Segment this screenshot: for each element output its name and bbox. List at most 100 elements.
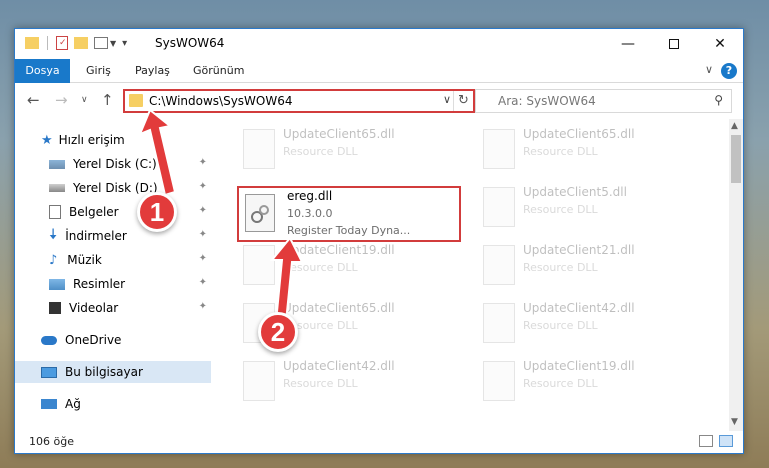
sidebar-item-label: Yerel Disk (C:) [73, 157, 157, 171]
address-bar[interactable]: C:\Windows\SysWOW64 ∨ ↻ [123, 89, 475, 113]
sidebar-item-label: Belgeler [69, 205, 119, 219]
sidebar-item-label: İndirmeler [65, 229, 127, 243]
file-description: Resource DLL [283, 145, 358, 158]
sidebar-item-this-pc[interactable]: Bu bilgisayar [15, 361, 211, 383]
navigation-pane: ★ Hızlı erişim Yerel Disk (C:) ✦ Yerel D… [15, 119, 211, 431]
explorer-window: ✓ ▼ ▾ SysWOW64 — ✕ Dosya Giriş Paylaş Gö… [14, 28, 744, 454]
minimize-button[interactable]: — [605, 29, 651, 59]
music-icon: ♪ [49, 252, 58, 268]
file-name: UpdateClient21.dll [523, 243, 635, 257]
file-item[interactable]: UpdateClient5.dll Resource DLL [475, 183, 705, 239]
customize-toolbar-icon[interactable]: ▾ [122, 38, 127, 49]
file-description: Resource DLL [283, 377, 358, 390]
sidebar-item-label: OneDrive [65, 333, 122, 347]
file-item[interactable]: UpdateClient65.dll Resource DLL [475, 125, 705, 181]
details-view-icon[interactable] [699, 435, 713, 447]
sidebar-item-disk-d[interactable]: Yerel Disk (D:) ✦ [15, 177, 211, 199]
tab-file[interactable]: Dosya [15, 59, 70, 83]
tab-share[interactable]: Paylaş [127, 59, 178, 83]
file-item[interactable]: UpdateClient21.dll Resource DLL [475, 241, 705, 297]
sidebar-item-label: Videolar [69, 301, 119, 315]
file-item-highlighted[interactable]: ereg.dll 10.3.0.0 Register Today Dyna... [237, 186, 461, 242]
chevron-down-icon[interactable]: ∨ [443, 93, 451, 106]
scrollbar-thumb[interactable] [731, 135, 741, 183]
dll-file-icon [245, 194, 275, 232]
sidebar-item-quick-access[interactable]: ★ Hızlı erişim [15, 129, 211, 151]
properties-icon[interactable]: ✓ [56, 36, 68, 50]
tab-home[interactable]: Giriş [78, 59, 119, 83]
file-description: Resource DLL [523, 377, 598, 390]
recent-locations-icon[interactable]: ∨ [81, 95, 88, 105]
file-name: UpdateClient19.dll [523, 359, 635, 373]
folder-icon [129, 94, 143, 107]
sidebar-item-label: Hızlı erişim [58, 133, 125, 147]
help-button[interactable]: ? [721, 63, 737, 79]
file-description: Resource DLL [283, 261, 358, 274]
dll-file-icon [483, 303, 515, 343]
refresh-icon[interactable]: ↻ [453, 91, 473, 111]
separator [47, 36, 48, 50]
chevron-down-icon[interactable]: ∨ [705, 63, 713, 76]
close-button[interactable]: ✕ [697, 29, 743, 59]
computer-icon [41, 366, 57, 378]
search-placeholder: Ara: SysWOW64 [498, 94, 596, 108]
sidebar-item-music[interactable]: ♪ Müzik ✦ [15, 249, 211, 271]
pin-icon[interactable]: ✦ [199, 301, 207, 312]
sidebar-item-network[interactable]: Ağ [15, 393, 211, 415]
file-description: Resource DLL [523, 261, 598, 274]
rename-icon[interactable] [94, 37, 108, 49]
pin-icon[interactable]: ✦ [199, 277, 207, 288]
window-title: SysWOW64 [155, 36, 225, 50]
file-item[interactable]: UpdateClient42.dll Resource DLL [235, 357, 465, 413]
sidebar-item-pictures[interactable]: Resimler ✦ [15, 273, 211, 295]
sidebar-item-downloads[interactable]: 🠇 İndirmeler ✦ [15, 225, 211, 247]
folder-icon [25, 37, 39, 49]
file-item[interactable]: UpdateClient42.dll Resource DLL [475, 299, 705, 355]
pin-icon[interactable]: ✦ [199, 181, 207, 192]
sidebar-item-label: Resimler [73, 277, 126, 291]
file-name: UpdateClient65.dll [523, 127, 635, 141]
pin-icon[interactable]: ✦ [199, 205, 207, 216]
vertical-scrollbar[interactable]: ▲ ▼ [729, 119, 743, 431]
pictures-icon [49, 278, 65, 290]
scroll-up-icon[interactable]: ▲ [731, 121, 738, 131]
file-name: UpdateClient65.dll [283, 301, 395, 315]
file-name: UpdateClient5.dll [523, 185, 627, 199]
item-count: 106 öğe [29, 435, 74, 448]
documents-icon [49, 205, 61, 219]
scroll-down-icon[interactable]: ▼ [731, 417, 738, 427]
file-description: Register Today Dyna... [287, 224, 411, 237]
sidebar-item-videos[interactable]: Videolar ✦ [15, 297, 211, 319]
pin-icon[interactable]: ✦ [199, 157, 207, 168]
pin-icon[interactable]: ✦ [199, 253, 207, 264]
file-name: UpdateClient42.dll [523, 301, 635, 315]
download-icon: 🠇 [49, 224, 58, 243]
maximize-button[interactable] [651, 29, 697, 59]
search-icon[interactable]: ⚲ [714, 93, 723, 107]
search-input[interactable]: Ara: SysWOW64 ⚲ [475, 89, 732, 113]
new-folder-icon[interactable] [74, 37, 88, 49]
sidebar-item-label: Müzik [67, 253, 102, 267]
dll-file-icon [483, 129, 515, 169]
drive-icon [49, 159, 65, 169]
sidebar-item-label: Bu bilgisayar [65, 365, 143, 379]
network-icon [41, 399, 57, 409]
sidebar-item-onedrive[interactable]: OneDrive [15, 329, 211, 351]
up-arrow-icon[interactable]: ↑ [101, 91, 114, 109]
pin-icon[interactable]: ✦ [199, 229, 207, 240]
file-item[interactable]: UpdateClient19.dll Resource DLL [475, 357, 705, 413]
large-icons-view-icon[interactable] [719, 435, 733, 447]
drive-icon [49, 184, 65, 192]
file-description: Resource DLL [523, 319, 598, 332]
back-arrow-icon[interactable]: ← [27, 91, 40, 109]
file-item[interactable]: UpdateClient65.dll Resource DLL [235, 125, 465, 181]
file-description: Resource DLL [523, 203, 598, 216]
sidebar-item-disk-c[interactable]: Yerel Disk (C:) ✦ [15, 153, 211, 175]
sidebar-item-documents[interactable]: Belgeler ✦ [15, 201, 211, 223]
chevron-down-icon[interactable]: ▼ [110, 39, 116, 48]
address-text[interactable]: C:\Windows\SysWOW64 [149, 94, 293, 108]
forward-arrow-icon[interactable]: → [55, 91, 68, 109]
tab-view[interactable]: Görünüm [185, 59, 252, 83]
file-item[interactable]: UpdateClient19.dll Resource DLL [235, 241, 465, 297]
minimize-icon: — [621, 36, 635, 52]
